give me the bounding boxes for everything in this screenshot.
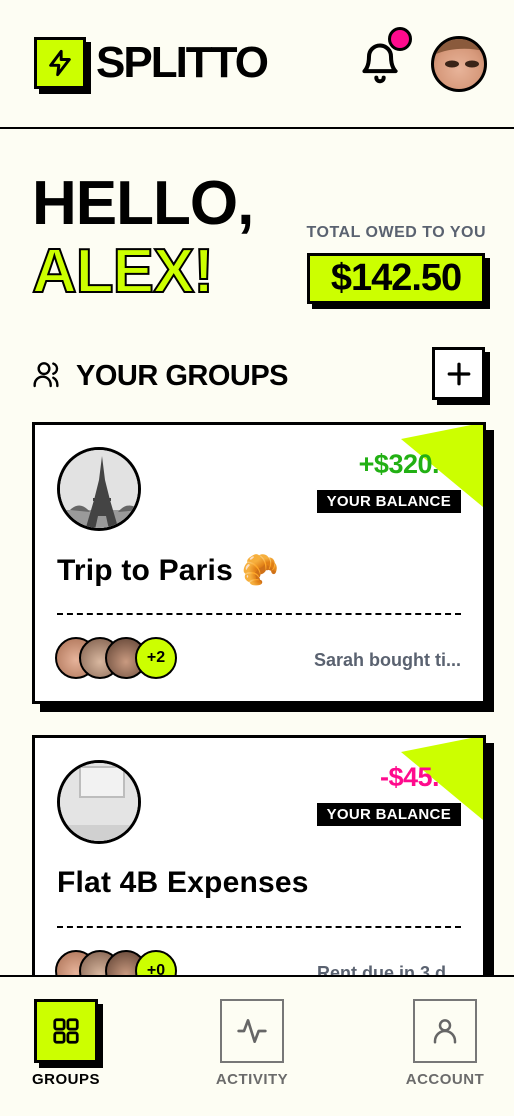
balance-label: YOUR BALANCE — [316, 803, 461, 826]
group-name: Flat 4B Expenses — [57, 866, 309, 899]
group-image — [57, 447, 141, 531]
total-owed-label: TOTAL OWED TO YOU — [306, 224, 486, 241]
avatar[interactable] — [431, 36, 487, 92]
nav-label: ACTIVITY — [215, 1071, 289, 1088]
balance-label: YOUR BALANCE — [316, 490, 461, 513]
group-image — [57, 760, 141, 844]
greeting-name: ALEX! — [31, 237, 215, 306]
nav-activity[interactable]: ACTIVITY — [207, 999, 297, 1088]
greeting-line: HELLO, — [32, 169, 254, 238]
group-balance: -$45. — [379, 762, 440, 792]
lightning-icon — [34, 37, 86, 89]
nav-account[interactable]: ACCOUNT — [400, 999, 490, 1088]
latest-activity: Sarah bought ti... — [314, 650, 461, 670]
nav-label: ACCOUNT — [405, 1071, 485, 1088]
section-title: YOUR GROUPS — [76, 359, 289, 392]
add-group-button[interactable] — [432, 347, 485, 400]
total-owed-amount: $142.50 — [307, 253, 485, 304]
plus-icon — [447, 362, 470, 385]
group-balance: +$320. — [358, 449, 440, 479]
app-header: SPLITTO — [0, 0, 514, 129]
app-title: SPLITTO — [96, 38, 269, 87]
users-icon — [32, 358, 64, 395]
nav-label: GROUPS — [31, 1071, 100, 1088]
groups-header: YOUR GROUPS — [32, 356, 289, 396]
more-members-badge: +2 — [135, 637, 177, 679]
divider — [57, 926, 461, 928]
grid-icon — [34, 999, 98, 1063]
group-card-trip-to-paris[interactable]: +$320. YOUR BALANCE Trip to Paris 🥐 +2 S… — [32, 422, 486, 704]
group-name: Trip to Paris 🥐 — [57, 554, 280, 587]
member-avatars: +2 — [55, 637, 185, 681]
pulse-icon — [220, 999, 284, 1063]
user-icon — [413, 999, 477, 1063]
bottom-nav: GROUPS ACTIVITY ACCOUNT — [0, 975, 514, 1116]
nav-groups[interactable]: GROUPS — [21, 999, 111, 1088]
notification-badge — [388, 27, 412, 51]
divider — [57, 613, 461, 615]
